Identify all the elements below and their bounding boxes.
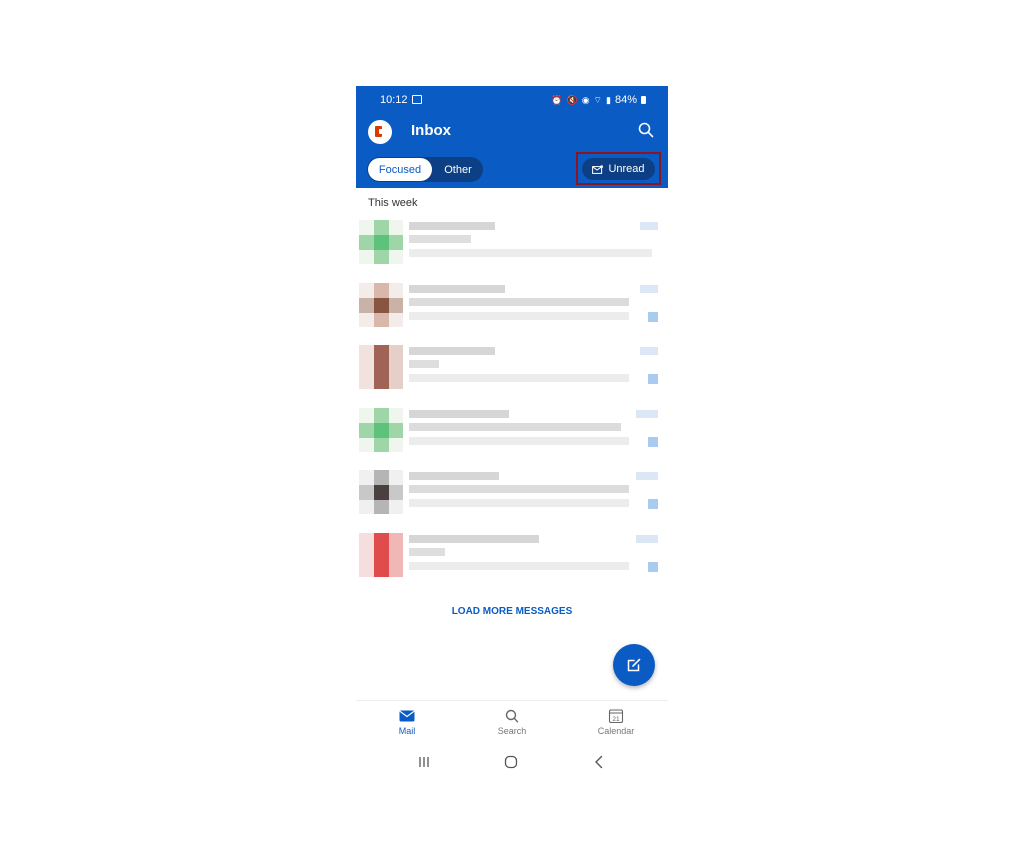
attachment-placeholder: [648, 311, 658, 322]
battery-percent: 84%: [614, 94, 637, 106]
avatar: [359, 220, 403, 264]
subject-placeholder: [409, 360, 439, 369]
compose-button[interactable]: [613, 644, 655, 686]
preview-placeholder: [409, 561, 629, 570]
subject-placeholder: [409, 297, 629, 306]
nav-item-calendar[interactable]: 21 Calendar: [586, 709, 646, 736]
nav-label-calendar: Calendar: [597, 726, 635, 736]
load-more-button[interactable]: LOAD MORE MESSAGES: [356, 606, 668, 617]
image-notification-icon: [412, 95, 422, 104]
message-list: [356, 216, 668, 592]
alarm-icon: ⏰: [551, 94, 563, 105]
phone-screen: 10:12 ⏰ 🔇 ◉ ⌔ ▮ 84% Inbox Focused Other: [356, 86, 668, 778]
list-item[interactable]: [356, 279, 668, 342]
list-item[interactable]: [356, 216, 668, 279]
attachment-placeholder: [648, 561, 658, 572]
date-placeholder: [636, 409, 658, 418]
status-bar: 10:12 ⏰ 🔇 ◉ ⌔ ▮ 84%: [356, 86, 668, 114]
sender-placeholder: [409, 222, 495, 230]
sender-placeholder: [409, 284, 505, 293]
back-icon[interactable]: [591, 754, 607, 770]
sender-placeholder: [409, 409, 509, 418]
unread-filter-label: Unread: [608, 163, 645, 175]
bottom-nav: Mail Search 21 Calendar: [356, 700, 668, 745]
list-item[interactable]: [356, 404, 668, 467]
sender-placeholder: [409, 472, 499, 481]
home-icon[interactable]: [503, 754, 519, 770]
attachment-placeholder: [648, 499, 658, 510]
date-placeholder: [636, 472, 658, 481]
hotspot-icon: ◉: [581, 94, 590, 105]
attachment-placeholder: [648, 374, 658, 385]
list-item[interactable]: [356, 341, 668, 404]
preview-placeholder: [409, 436, 629, 445]
date-placeholder: [640, 347, 658, 356]
battery-icon: [641, 96, 646, 104]
nav-item-search[interactable]: Search: [482, 709, 542, 736]
preview-placeholder: [409, 311, 629, 320]
preview-placeholder: [409, 249, 652, 257]
subject-placeholder: [409, 485, 629, 494]
search-icon: [505, 709, 519, 723]
attachment-placeholder: [648, 436, 658, 447]
list-item[interactable]: [356, 466, 668, 529]
unread-highlight-box: Unread: [576, 152, 661, 185]
subject-placeholder: [409, 235, 471, 243]
mute-icon: 🔇: [566, 94, 578, 105]
preview-placeholder: [409, 499, 629, 508]
unread-mail-icon: [592, 164, 604, 174]
avatar: [359, 345, 403, 390]
avatar: [359, 407, 403, 452]
avatar: [359, 532, 403, 577]
inbox-tabs: Focused Other: [367, 157, 483, 182]
status-icons: ⏰ 🔇 ◉ ⌔ ▮ 84%: [551, 94, 646, 106]
subject-placeholder: [409, 547, 445, 556]
title-row: Inbox: [356, 118, 668, 146]
sender-placeholder: [409, 534, 539, 543]
search-icon[interactable]: [638, 122, 654, 138]
wifi-icon: ⌔: [593, 94, 603, 105]
date-placeholder: [636, 534, 658, 543]
nav-item-mail[interactable]: Mail: [377, 709, 437, 736]
subject-placeholder: [409, 422, 621, 431]
app-header: 10:12 ⏰ 🔇 ◉ ⌔ ▮ 84% Inbox Focused Other: [356, 86, 668, 188]
page-title: Inbox: [411, 122, 451, 139]
mail-icon: [399, 710, 415, 722]
avatar: [359, 470, 403, 515]
preview-placeholder: [409, 374, 629, 383]
signal-icon: ▮: [606, 94, 611, 105]
office-logo-icon[interactable]: [368, 120, 392, 144]
system-nav-bar: [356, 748, 668, 776]
compose-icon: [627, 658, 641, 672]
date-placeholder: [640, 284, 658, 293]
section-label: This week: [368, 197, 418, 209]
tab-focused[interactable]: Focused: [368, 158, 432, 181]
unread-filter-button[interactable]: Unread: [582, 158, 655, 180]
date-placeholder: [640, 222, 658, 230]
calendar-icon: 21: [608, 709, 624, 723]
status-time: 10:12: [380, 94, 408, 106]
recent-apps-icon[interactable]: [416, 754, 432, 770]
sender-placeholder: [409, 347, 495, 356]
nav-label-mail: Mail: [398, 726, 416, 736]
nav-label-search: Search: [497, 726, 527, 736]
list-item[interactable]: [356, 529, 668, 592]
calendar-day: 21: [612, 716, 620, 723]
tab-other[interactable]: Other: [435, 158, 481, 181]
avatar: [359, 282, 403, 327]
